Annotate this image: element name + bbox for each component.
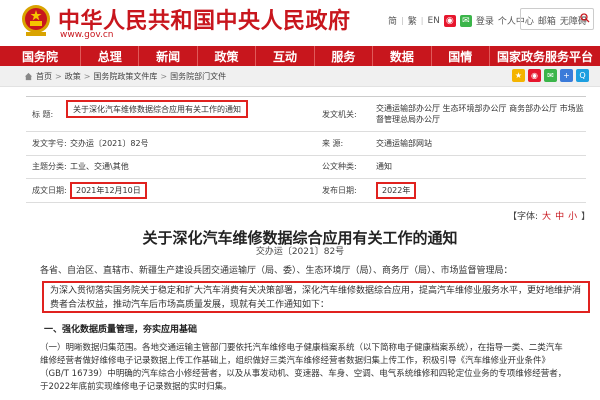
nav-item-news[interactable]: 新闻 [139,46,198,66]
breadcrumb-arrow-icon: > [83,72,91,81]
doctype-label: 公文种类: [322,162,357,172]
meta-row: 发文字号: 交办运〔2021〕82号 来 源: 交通运输部网站 [26,132,586,156]
topic-value: 工业、交通\其他 [70,162,129,172]
search-icon[interactable] [580,13,590,23]
login-link[interactable]: 登录 [476,14,494,27]
breadcrumb-arrow-icon: > [160,72,168,81]
breadcrumb-policy-library[interactable]: 国务院政策文件库 [93,71,157,82]
doctype-value: 通知 [376,162,392,172]
document-metadata-table: 标 题: 关于深化汽车维修数据综合应用有关工作的通知 发文机关: 交通运输部办公… [26,96,586,203]
issuer-label: 发文机关: [322,109,357,119]
share-more-icon[interactable]: + [560,69,573,82]
home-icon [24,72,33,81]
search-box [520,8,594,31]
title-value: 关于深化汽车维修数据综合应用有关工作的通知 [66,100,248,118]
breadcrumb: 首页 > 政策 > 国务院政策文件库 > 国务院部门文件 [24,71,226,82]
breadcrumb-bar: 首页 > 政策 > 国务院政策文件库 > 国务院部门文件 ★ ◉ ✉ + Q [0,66,600,87]
share-weibo-icon[interactable]: ◉ [528,69,541,82]
font-size-label: 【字体: [508,212,539,222]
lang-english-link[interactable]: EN [427,16,439,26]
font-size-large-button[interactable]: 大 [542,209,551,222]
weibo-icon[interactable]: ◉ [443,14,456,27]
issuer-value: 交通运输部办公厅 生态环境部办公厅 商务部办公厅 市场监督管理总局办公厅 [376,104,584,124]
date-value: 2021年12月10日 [70,181,147,199]
nav-item-policy[interactable]: 政策 [198,46,257,66]
lang-traditional-link[interactable]: 繁 [408,14,417,27]
nav-item-state-council[interactable]: 国务院 [0,46,81,66]
font-size-small-button[interactable]: 小 [568,209,577,222]
docno-label: 发文字号: [32,138,67,148]
section-heading: 一、强化数据质量管理，夯实应用基础 [44,325,198,335]
nav-item-national-info[interactable]: 国情 [432,46,490,66]
share-bar: ★ ◉ ✉ + Q [512,69,589,82]
nav-item-gov-service-platform[interactable]: 国家政务服务平台 [490,46,600,66]
article-paragraph: （一）明晰数据归集范围。各地交通运输主管部门要依托汽车维修电子健康档案系统（以下… [40,343,567,392]
article-doc-number: 交办运〔2021〕82号 [255,247,345,257]
font-size-close-bracket: 】 [581,212,591,222]
share-wechat-icon[interactable]: ✉ [544,69,557,82]
share-qq-icon[interactable]: Q [576,69,589,82]
article-salutation: 各省、自治区、直辖市、新疆生产建设兵团交通运输厅（局、委）、生态环境厅（局）、商… [40,266,513,276]
national-emblem-icon [22,5,50,36]
nav-item-data[interactable]: 数据 [373,46,432,66]
share-qzone-icon[interactable]: ★ [512,69,525,82]
search-input[interactable] [521,12,579,31]
topic-label: 主题分类: [32,162,67,172]
breadcrumb-dept-files[interactable]: 国务院部门文件 [170,71,226,82]
meta-row: 成文日期: 2021年12月10日 发布日期: 2022年 [26,179,586,203]
font-size-medium-button[interactable]: 中 [555,209,564,222]
site-header: 中华人民共和国中央人民政府 www.gov.cn 简 | 繁 | EN ◉ ✉ … [0,0,600,44]
publish-date-value: 2022年 [376,181,417,199]
nav-item-interaction[interactable]: 互动 [256,46,315,66]
source-label: 来 源: [322,138,344,148]
article-intro-paragraph: 为深入贯彻落实国务院关于稳定和扩大汽车消费有关决策部署，深化汽车维修数据综合应用… [42,281,590,313]
breadcrumb-home[interactable]: 首页 [36,71,52,82]
site-domain: www.gov.cn [60,30,114,40]
font-size-control: 【字体: 大 中 小 】 [508,209,590,222]
nav-item-service[interactable]: 服务 [315,46,374,66]
main-nav: 国务院 总理 新闻 政策 互动 服务 数据 国情 国家政务服务平台 [0,46,600,66]
title-label: 标 题: [32,109,54,119]
lang-simplified-link[interactable]: 简 [388,14,397,27]
meta-row: 主题分类: 工业、交通\其他 公文种类: 通知 [26,156,586,179]
meta-row: 标 题: 关于深化汽车维修数据综合应用有关工作的通知 发文机关: 交通运输部办公… [26,97,586,132]
wechat-icon[interactable]: ✉ [459,14,472,27]
breadcrumb-policy[interactable]: 政策 [65,71,81,82]
nav-item-premier[interactable]: 总理 [81,46,140,66]
breadcrumb-arrow-icon: > [55,72,62,81]
docno-value: 交办运〔2021〕82号 [70,138,149,148]
date-label: 成文日期: [32,185,67,195]
source-value: 交通运输部网站 [376,138,432,148]
publish-date-label: 发布日期: [322,185,357,195]
